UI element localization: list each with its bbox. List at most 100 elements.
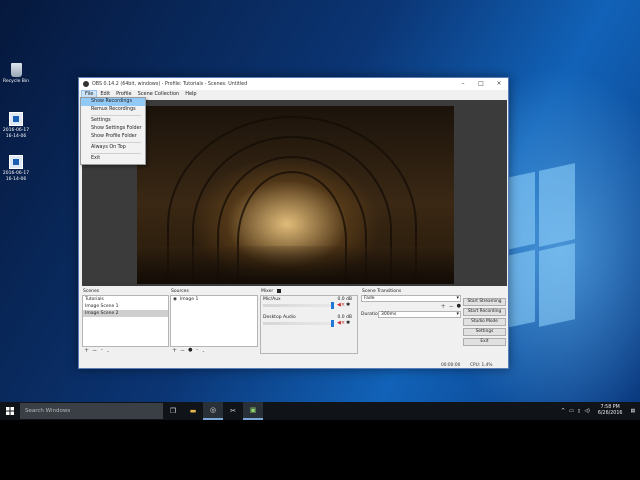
menu-item-show-profile-folder[interactable]: Show Profile Folder bbox=[81, 133, 145, 141]
monitor-icon[interactable]: ▭ bbox=[567, 409, 576, 414]
scene-item[interactable]: Tutorials bbox=[83, 296, 168, 303]
controls-dock: Start Streaming Start Recording Studio M… bbox=[463, 298, 508, 348]
title-bar[interactable]: OBS 0.14.2 (64bit, windows) - Profile: T… bbox=[79, 78, 508, 90]
duration-label: Duration bbox=[361, 311, 381, 317]
windows-start-icon bbox=[6, 407, 14, 415]
start-streaming-button[interactable]: Start Streaming bbox=[463, 298, 506, 306]
move-up-icon[interactable]: ⌃ bbox=[195, 347, 198, 354]
file-explorer-icon[interactable]: ▬ bbox=[183, 402, 203, 420]
desktop-icon-screenshot-1[interactable]: 2016-06-17 16-14-06 bbox=[2, 112, 30, 139]
duration-row: Duration 300ms bbox=[361, 310, 461, 318]
notifications-icon[interactable]: ▤ bbox=[628, 409, 640, 414]
add-scene-button[interactable]: + bbox=[84, 347, 89, 354]
volume-slider[interactable] bbox=[263, 322, 333, 325]
gear-icon[interactable]: ✱ bbox=[346, 320, 350, 326]
scenes-title: Scenes bbox=[83, 289, 100, 294]
volume-slider[interactable] bbox=[263, 304, 333, 307]
desktop-icon-label: Recycle Bin bbox=[3, 79, 29, 84]
menu-item-exit[interactable]: Exit bbox=[81, 155, 145, 163]
status-time: 00:00:00 bbox=[441, 363, 461, 368]
menu-separator bbox=[91, 115, 141, 116]
desktop-icon-screenshot-2[interactable]: 2016-06-17 16-14-06 bbox=[2, 155, 30, 182]
gear-icon[interactable] bbox=[276, 288, 281, 293]
file-menu-dropdown: Show Recordings Remux Recordings Setting… bbox=[80, 97, 146, 165]
start-button[interactable] bbox=[0, 402, 20, 420]
menu-item-show-settings-folder[interactable]: Show Settings Folder bbox=[81, 125, 145, 133]
mixer-dock: Mixer Mic/Aux 0.0 dB ◀× ✱ Desktop Audio … bbox=[260, 288, 358, 354]
menu-separator bbox=[91, 153, 141, 154]
maximize-button[interactable]: □ bbox=[472, 78, 490, 90]
menu-help[interactable]: Help bbox=[182, 90, 199, 99]
status-bar: 00:00:00 CPU: 1.4% bbox=[79, 362, 508, 370]
image-file-icon bbox=[9, 112, 23, 126]
source-item[interactable]: ◉ Image 1 bbox=[171, 296, 257, 303]
image-viewer-icon[interactable]: ▣ bbox=[243, 402, 263, 420]
menu-item-always-on-top[interactable]: Always On Top bbox=[81, 144, 145, 152]
minimize-button[interactable]: – bbox=[454, 78, 472, 90]
obs-taskbar-icon[interactable]: ◎ bbox=[203, 402, 223, 420]
transition-toolbar: + − ● bbox=[361, 302, 461, 310]
network-icon[interactable]: ▯ bbox=[576, 409, 583, 414]
sources-dock: Sources ◉ Image 1 + − ● ⌃ ⌄ bbox=[170, 288, 258, 354]
sources-title: Sources bbox=[171, 289, 189, 294]
remove-source-button[interactable]: − bbox=[180, 347, 185, 354]
mixer-channel-desktop: Desktop Audio 0.0 dB ◀× ✱ bbox=[261, 314, 357, 332]
volume-slider-handle[interactable] bbox=[331, 320, 334, 327]
taskbar-clock[interactable]: 7:58 PM 6/26/2016 bbox=[592, 405, 629, 417]
add-transition-button[interactable]: + bbox=[441, 303, 446, 310]
speaker-muted-icon[interactable]: ◀× bbox=[337, 320, 345, 326]
move-up-icon[interactable]: ⌃ bbox=[100, 347, 103, 354]
volume-slider-handle[interactable] bbox=[331, 302, 334, 309]
mixer-panel: Mic/Aux 0.0 dB ◀× ✱ Desktop Audio 0.0 dB… bbox=[260, 295, 358, 354]
mixer-channel-mic: Mic/Aux 0.0 dB ◀× ✱ bbox=[261, 296, 357, 314]
desktop-icon-recycle-bin[interactable]: Recycle Bin bbox=[2, 63, 30, 85]
scenes-list: Tutorials Image Scene 1 Image Scene 2 bbox=[82, 295, 169, 347]
start-recording-button[interactable]: Start Recording bbox=[463, 308, 506, 316]
remove-scene-button[interactable]: − bbox=[92, 347, 97, 354]
desktop-icon-label: 2016-06-17 16-14-06 bbox=[2, 128, 30, 139]
channel-name: Desktop Audio bbox=[263, 315, 296, 320]
settings-button[interactable]: Settings bbox=[463, 328, 506, 336]
taskbar-search-input[interactable]: Search Windows bbox=[20, 403, 163, 419]
move-down-icon[interactable]: ⌄ bbox=[106, 347, 109, 354]
preview-image-train-station bbox=[137, 106, 454, 284]
transition-select[interactable]: Fade bbox=[361, 295, 461, 302]
gear-icon[interactable]: ● bbox=[457, 303, 461, 309]
menu-item-settings[interactable]: Settings bbox=[81, 117, 145, 125]
clock-date: 6/26/2016 bbox=[597, 411, 623, 416]
studio-mode-button[interactable]: Studio Mode bbox=[463, 318, 506, 326]
snipping-tool-icon[interactable]: ✂ bbox=[223, 402, 243, 420]
volume-icon[interactable]: ◁) bbox=[582, 409, 592, 414]
speaker-muted-icon[interactable]: ◀× bbox=[337, 302, 345, 308]
add-source-button[interactable]: + bbox=[172, 347, 177, 354]
scenes-toolbar: + − ⌃ ⌄ bbox=[82, 347, 169, 354]
scene-item[interactable]: Image Scene 1 bbox=[83, 303, 168, 310]
duration-spinbox[interactable]: 300ms bbox=[378, 310, 461, 318]
channel-name: Mic/Aux bbox=[263, 297, 281, 302]
letterbox-bar bbox=[0, 420, 640, 480]
move-down-icon[interactable]: ⌄ bbox=[202, 347, 205, 354]
exit-button[interactable]: Exit bbox=[463, 338, 506, 346]
task-view-icon[interactable]: ❐ bbox=[163, 402, 183, 420]
obs-app-icon bbox=[83, 81, 89, 87]
gear-icon[interactable]: ● bbox=[188, 347, 192, 354]
status-cpu: CPU: 1.4% bbox=[470, 363, 493, 368]
show-hidden-icons-icon[interactable]: ^ bbox=[559, 409, 567, 414]
eye-icon[interactable]: ◉ bbox=[173, 297, 177, 302]
scene-item-selected[interactable]: Image Scene 2 bbox=[83, 310, 168, 317]
menu-item-remux-recordings[interactable]: Remux Recordings bbox=[81, 106, 145, 114]
remove-transition-button[interactable]: − bbox=[449, 303, 454, 310]
taskbar: Search Windows ❐ ▬ ◎ ✂ ▣ ^ ▭ ▯ ◁) 7:58 P… bbox=[0, 402, 640, 420]
desktop-icon-label: 2016-06-17 16-14-06 bbox=[2, 171, 30, 182]
gear-icon[interactable]: ✱ bbox=[346, 302, 350, 308]
image-file-icon bbox=[9, 155, 23, 169]
windows-logo-wallpaper bbox=[505, 163, 575, 340]
transitions-title: Scene Transitions bbox=[362, 289, 402, 294]
sources-toolbar: + − ● ⌃ ⌄ bbox=[170, 347, 258, 354]
mixer-title-row: Mixer bbox=[260, 288, 358, 295]
menu-separator bbox=[91, 142, 141, 143]
scenes-dock: Scenes Tutorials Image Scene 1 Image Sce… bbox=[82, 288, 169, 354]
menu-item-show-recordings[interactable]: Show Recordings bbox=[81, 98, 145, 106]
close-button[interactable]: × bbox=[490, 78, 508, 90]
source-name: Image 1 bbox=[179, 297, 199, 302]
